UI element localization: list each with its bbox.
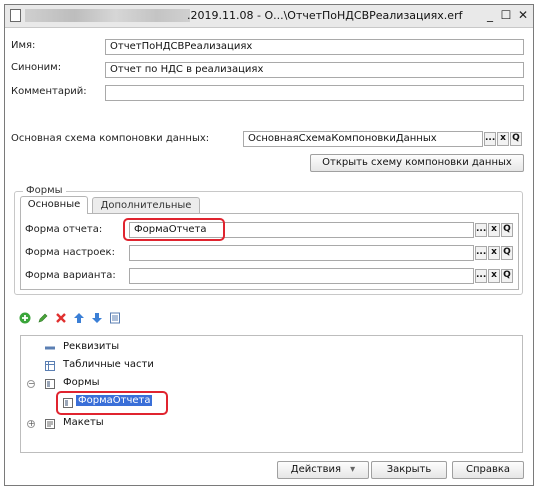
edit-icon[interactable] — [37, 312, 49, 324]
metadata-tree: Реквизиты Табличные части − Формы ФормаО… — [20, 335, 523, 453]
move-up-icon[interactable] — [73, 312, 85, 324]
variant-form-clear-button[interactable]: x — [488, 269, 500, 283]
tree-item-tabular-sections[interactable]: Табличные части — [63, 359, 154, 370]
close-window-button[interactable]: ✕ — [516, 8, 530, 23]
tab-additional[interactable]: Дополнительные — [92, 197, 200, 214]
window-title: .2019.11.08 - О...\ОтчетПоНДСВРеализация… — [187, 9, 463, 22]
forms-icon — [45, 379, 55, 389]
collapse-forms-icon[interactable]: − — [27, 380, 35, 388]
comment-field[interactable] — [105, 85, 524, 101]
scheme-label: Основная схема компоновки данных: — [11, 133, 210, 144]
attribute-icon — [45, 346, 55, 350]
actions-button-label: Действия — [290, 464, 341, 475]
help-button[interactable]: Справка — [452, 461, 524, 479]
delete-icon[interactable] — [55, 312, 67, 324]
name-label: Имя: — [11, 40, 36, 51]
name-field[interactable]: ОтчетПоНДСВРеализациях — [105, 39, 524, 55]
variant-form-label: Форма варианта: — [25, 270, 116, 281]
title-bar[interactable]: .2019.11.08 - О...\ОтчетПоНДСВРеализация… — [5, 5, 533, 28]
settings-form-field[interactable] — [129, 245, 474, 261]
scheme-open-button[interactable]: Q — [510, 132, 522, 146]
settings-form-select-button[interactable]: ... — [475, 246, 487, 260]
maximize-button[interactable]: ☐ — [499, 8, 513, 23]
synonym-label: Синоним: — [11, 62, 62, 73]
open-scheme-button[interactable]: Открыть схему компоновки данных — [310, 154, 524, 172]
settings-form-open-button[interactable]: Q — [501, 246, 513, 260]
tree-item-highlight — [56, 391, 168, 415]
settings-form-clear-button[interactable]: x — [488, 246, 500, 260]
expand-templates-icon[interactable]: + — [27, 420, 35, 428]
template-icon — [45, 419, 55, 429]
tree-item-templates[interactable]: Макеты — [63, 417, 104, 428]
add-icon[interactable] — [19, 312, 31, 324]
blurred-title-part — [25, 9, 190, 22]
document-icon — [10, 9, 21, 22]
report-form-clear-button[interactable]: x — [488, 223, 500, 237]
variant-form-select-button[interactable]: ... — [475, 269, 487, 283]
report-form-select-button[interactable]: ... — [475, 223, 487, 237]
move-down-icon[interactable] — [91, 312, 103, 324]
variant-form-open-button[interactable]: Q — [501, 269, 513, 283]
forms-group-title: Формы — [23, 185, 66, 196]
actions-button[interactable]: Действия ▾ — [277, 461, 369, 479]
comment-label: Комментарий: — [11, 86, 87, 97]
minimize-button[interactable]: _ — [483, 8, 497, 23]
tree-item-attributes[interactable]: Реквизиты — [63, 341, 119, 352]
tab-main[interactable]: Основные — [20, 196, 88, 214]
list-icon[interactable] — [109, 312, 121, 324]
tree-item-forms[interactable]: Формы — [63, 377, 100, 388]
close-button[interactable]: Закрыть — [371, 461, 447, 479]
scheme-clear-button[interactable]: x — [497, 132, 509, 146]
variant-form-field[interactable] — [129, 268, 474, 284]
report-properties-window: .2019.11.08 - О...\ОтчетПоНДСВРеализация… — [4, 4, 534, 486]
report-form-label: Форма отчета: — [25, 224, 103, 235]
table-icon — [45, 361, 55, 371]
scheme-field[interactable]: ОсновнаяСхемаКомпоновкиДанных — [243, 131, 483, 147]
scheme-select-button[interactable]: ... — [484, 132, 496, 146]
synonym-field[interactable]: Отчет по НДС в реализациях — [105, 62, 524, 78]
settings-form-label: Форма настроек: — [25, 247, 115, 258]
report-form-open-button[interactable]: Q — [501, 223, 513, 237]
report-form-highlight — [123, 218, 225, 241]
chevron-down-icon: ▾ — [350, 464, 356, 475]
